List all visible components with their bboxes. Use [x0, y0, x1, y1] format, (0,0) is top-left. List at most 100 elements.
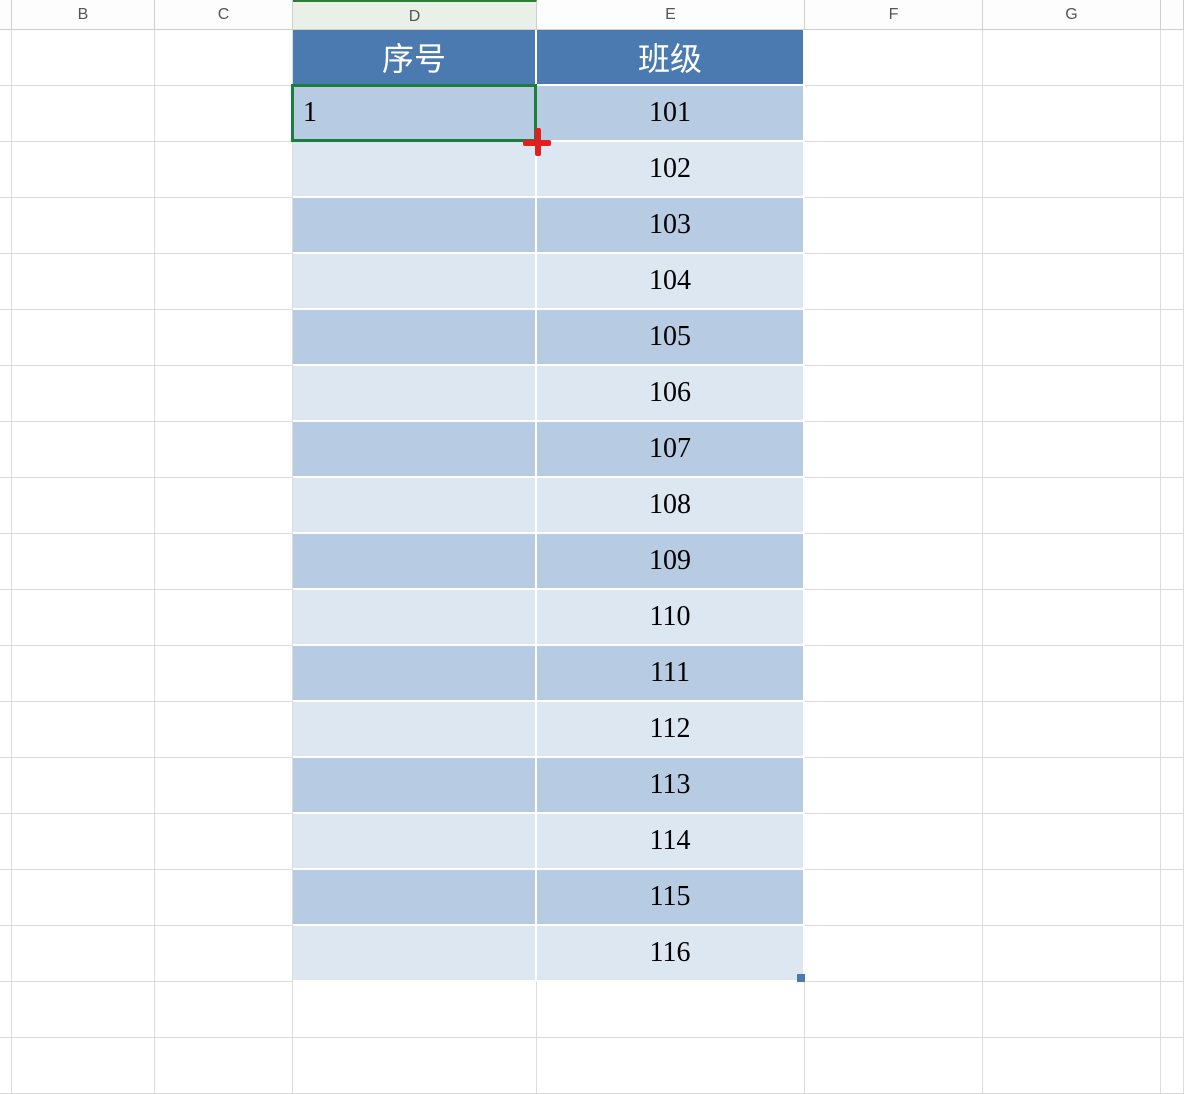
cell-blank[interactable] — [983, 310, 1161, 366]
cell-blank[interactable] — [0, 422, 12, 478]
cell-class[interactable]: 106 — [537, 366, 805, 422]
cell-blank[interactable] — [12, 702, 155, 758]
cell-blank[interactable] — [805, 1038, 983, 1094]
cell-blank[interactable] — [155, 814, 293, 870]
cell-blank[interactable] — [12, 86, 155, 142]
cell-blank[interactable] — [805, 142, 983, 198]
cell-class[interactable]: 115 — [537, 870, 805, 926]
cell-blank[interactable] — [805, 926, 983, 982]
cell-blank[interactable] — [983, 1038, 1161, 1094]
cell-blank[interactable] — [1161, 86, 1184, 142]
cell-blank[interactable] — [1161, 366, 1184, 422]
cell-blank[interactable] — [0, 142, 12, 198]
cell-blank[interactable] — [12, 310, 155, 366]
table-header-seq[interactable]: 序号 — [293, 30, 537, 86]
cell-blank[interactable] — [12, 926, 155, 982]
cell-blank[interactable] — [0, 870, 12, 926]
cell-class[interactable]: 108 — [537, 478, 805, 534]
cell-class[interactable]: 109 — [537, 534, 805, 590]
cell-blank[interactable] — [155, 758, 293, 814]
table-corner-handle[interactable] — [797, 974, 805, 982]
cell-blank[interactable] — [983, 30, 1161, 86]
cell-blank[interactable] — [155, 142, 293, 198]
cell-blank[interactable] — [805, 870, 983, 926]
col-header-e[interactable]: E — [537, 0, 805, 29]
col-header-f[interactable]: F — [805, 0, 983, 29]
cell-blank[interactable] — [983, 198, 1161, 254]
cell-blank[interactable] — [155, 366, 293, 422]
cell-blank[interactable] — [1161, 30, 1184, 86]
cell-blank[interactable] — [155, 590, 293, 646]
cell-blank[interactable] — [1161, 142, 1184, 198]
cell-blank[interactable] — [1161, 814, 1184, 870]
cell-blank[interactable] — [1161, 926, 1184, 982]
cell-seq[interactable] — [293, 646, 537, 702]
cell-blank[interactable] — [0, 1038, 12, 1094]
cell-blank[interactable] — [12, 982, 155, 1038]
cell-blank[interactable] — [12, 758, 155, 814]
cell-blank[interactable] — [1161, 478, 1184, 534]
cell-seq[interactable] — [293, 814, 537, 870]
cell-seq[interactable] — [293, 310, 537, 366]
cell-blank[interactable] — [155, 646, 293, 702]
cell-blank[interactable] — [0, 534, 12, 590]
cell-seq[interactable] — [293, 198, 537, 254]
cell-blank[interactable] — [983, 534, 1161, 590]
cell-blank[interactable] — [155, 422, 293, 478]
cell-blank[interactable] — [983, 982, 1161, 1038]
cell-seq[interactable] — [293, 534, 537, 590]
cell-class[interactable]: 114 — [537, 814, 805, 870]
cell-seq[interactable] — [293, 758, 537, 814]
cell-blank[interactable] — [12, 254, 155, 310]
cell-class[interactable]: 101 — [537, 86, 805, 142]
cell-blank[interactable] — [983, 478, 1161, 534]
col-header-g[interactable]: G — [983, 0, 1161, 29]
cell-blank[interactable] — [805, 30, 983, 86]
cell-blank[interactable] — [1161, 870, 1184, 926]
cell-blank[interactable] — [1161, 422, 1184, 478]
cell-blank[interactable] — [805, 310, 983, 366]
cell-blank[interactable] — [805, 366, 983, 422]
cell-blank[interactable] — [12, 870, 155, 926]
cell-blank[interactable] — [155, 198, 293, 254]
cell-blank[interactable] — [155, 86, 293, 142]
cell-blank[interactable] — [12, 646, 155, 702]
cell-blank[interactable] — [155, 534, 293, 590]
cell-blank[interactable] — [983, 142, 1161, 198]
cell-blank[interactable] — [1161, 254, 1184, 310]
cell-blank[interactable] — [155, 310, 293, 366]
cell-seq[interactable] — [293, 702, 537, 758]
cell-blank[interactable] — [983, 702, 1161, 758]
cell-blank[interactable] — [12, 142, 155, 198]
cell-class[interactable]: 104 — [537, 254, 805, 310]
cell-blank[interactable] — [293, 1038, 537, 1094]
cell-blank[interactable] — [805, 702, 983, 758]
cell-seq[interactable] — [293, 870, 537, 926]
cell-blank[interactable] — [983, 590, 1161, 646]
cell-class[interactable]: 116 — [537, 926, 805, 982]
cell-blank[interactable] — [155, 982, 293, 1038]
cell-blank[interactable] — [1161, 758, 1184, 814]
col-header-a[interactable] — [0, 0, 12, 29]
col-header-h[interactable] — [1161, 0, 1184, 29]
cell-blank[interactable] — [983, 926, 1161, 982]
cell-blank[interactable] — [293, 982, 537, 1038]
cell-blank[interactable] — [1161, 534, 1184, 590]
cell-seq[interactable]: 1 — [293, 86, 537, 142]
cell-blank[interactable] — [0, 310, 12, 366]
cell-blank[interactable] — [12, 534, 155, 590]
cell-blank[interactable] — [1161, 198, 1184, 254]
cell-seq[interactable] — [293, 478, 537, 534]
cell-blank[interactable] — [0, 646, 12, 702]
cell-class[interactable]: 107 — [537, 422, 805, 478]
col-header-d[interactable]: D — [293, 0, 537, 29]
cell-blank[interactable] — [0, 814, 12, 870]
cell-blank[interactable] — [805, 198, 983, 254]
cell-blank[interactable] — [0, 198, 12, 254]
cell-seq[interactable] — [293, 254, 537, 310]
cell-blank[interactable] — [1161, 310, 1184, 366]
cell-blank[interactable] — [805, 478, 983, 534]
cell-seq[interactable] — [293, 422, 537, 478]
cell-blank[interactable] — [155, 30, 293, 86]
cell-seq[interactable] — [293, 926, 537, 982]
